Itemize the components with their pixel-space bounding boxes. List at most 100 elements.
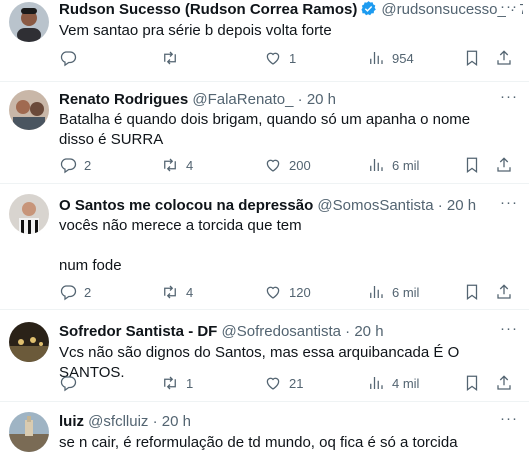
author-name[interactable]: O Santos me colocou na depressão	[59, 197, 313, 214]
retweet-button[interactable]: 4	[161, 155, 193, 175]
like-count: 200	[289, 157, 311, 173]
timestamp[interactable]: 7 h	[519, 1, 523, 18]
author-handle[interactable]: @Sofredosantista	[222, 323, 341, 340]
retweet-button[interactable]: 1	[161, 373, 193, 393]
tweet-header: Sofredor Santista - DF @Sofredosantista …	[59, 322, 523, 342]
tweet-header: Rudson Sucesso (Rudson Correa Ramos) @rud…	[59, 0, 523, 20]
verified-badge-icon	[361, 1, 377, 16]
reply-count: 2	[84, 157, 92, 173]
tweet-actions: 2 4 200 6 mil	[59, 155, 521, 175]
avatar[interactable]	[9, 90, 49, 130]
separator: ·	[152, 413, 158, 430]
views-button[interactable]: 6 mil	[367, 155, 419, 175]
reply-button[interactable]	[59, 373, 84, 393]
bookmark-icon	[466, 284, 478, 301]
author-name[interactable]: luiz	[59, 413, 84, 430]
tweet-text: vocês não merece a torcida que tem num f…	[59, 217, 302, 274]
views-button[interactable]: 4 mil	[367, 373, 419, 393]
like-count: 21	[289, 375, 304, 391]
retweet-button[interactable]: 4	[161, 282, 193, 302]
retweet-icon	[164, 158, 176, 172]
timestamp[interactable]: 20 h	[447, 197, 476, 214]
views-icon	[370, 52, 383, 64]
separator: ·	[297, 91, 303, 108]
reply-button[interactable]: 2	[59, 155, 91, 175]
author-name[interactable]: Sofredor Santista - DF	[59, 323, 217, 340]
like-button[interactable]: 120	[264, 282, 311, 302]
bookmark-button[interactable]	[463, 155, 481, 175]
views-button[interactable]: 6 mil	[367, 282, 419, 302]
author-name[interactable]: Rudson Sucesso (Rudson Correa Ramos)	[59, 1, 357, 18]
share-button[interactable]	[495, 48, 513, 68]
retweet-count: 1	[186, 375, 194, 391]
timestamp[interactable]: 20 h	[307, 91, 336, 108]
bookmark-icon	[466, 375, 478, 392]
retweet-count: 4	[186, 157, 194, 173]
tweet-actions: 2 4 120 6 mil	[59, 282, 521, 302]
tweet[interactable]: Sofredor Santista - DF @Sofredosantista …	[0, 310, 529, 402]
like-count: 120	[289, 284, 311, 300]
reply-icon	[60, 285, 77, 301]
more-icon[interactable]: ···	[499, 89, 519, 110]
tweet[interactable]: Rudson Sucesso (Rudson Correa Ramos) @rud…	[0, 0, 529, 82]
retweet-icon	[164, 376, 176, 390]
bookmark-button[interactable]	[463, 373, 481, 393]
reply-icon	[60, 51, 77, 67]
views-icon	[370, 377, 383, 389]
heart-icon	[266, 159, 280, 172]
tweet-text: Vem santao pra série b depois volta fort…	[59, 22, 332, 39]
like-button[interactable]: 1	[264, 48, 296, 68]
share-button[interactable]	[495, 373, 513, 393]
retweet-count: 4	[186, 284, 194, 300]
tweet[interactable]: luiz @sfclluiz · 20 h ··· se n cair, é r…	[0, 402, 529, 457]
views-count: 6 mil	[392, 157, 420, 173]
author-handle[interactable]: @SomosSantista	[317, 197, 433, 214]
retweet-button[interactable]	[161, 48, 186, 68]
more-icon[interactable]: ···	[499, 411, 519, 432]
timestamp[interactable]: 20 h	[162, 413, 191, 430]
more-icon[interactable]: ···	[499, 0, 519, 20]
timestamp[interactable]: 20 h	[354, 323, 383, 340]
author-name[interactable]: Renato Rodrigues	[59, 91, 188, 108]
avatar[interactable]	[9, 322, 49, 362]
reply-icon	[60, 376, 77, 392]
more-icon[interactable]: ···	[499, 321, 519, 342]
share-button[interactable]	[495, 155, 513, 175]
tweet[interactable]: Renato Rodrigues @FalaRenato_ · 20 h ···…	[0, 82, 529, 184]
tweet-header: Renato Rodrigues @FalaRenato_ · 20 h	[59, 90, 523, 110]
retweet-icon	[164, 51, 176, 65]
author-handle[interactable]: @FalaRenato_	[192, 91, 293, 108]
like-button[interactable]: 21	[264, 373, 303, 393]
bookmark-button[interactable]	[463, 282, 481, 302]
avatar[interactable]	[9, 194, 49, 234]
more-icon[interactable]: ···	[499, 195, 519, 216]
like-button[interactable]: 200	[264, 155, 311, 175]
heart-icon	[266, 52, 280, 65]
tweet[interactable]: O Santos me colocou na depressão @SomosS…	[0, 184, 529, 310]
bookmark-button[interactable]	[463, 48, 481, 68]
views-button[interactable]: 954	[367, 48, 414, 68]
views-icon	[370, 286, 383, 298]
views-count: 4 mil	[392, 375, 420, 391]
share-icon	[497, 50, 511, 65]
bookmark-icon	[466, 157, 478, 174]
tweet-header: luiz @sfclluiz · 20 h	[59, 412, 523, 432]
share-icon	[497, 375, 511, 390]
avatar[interactable]	[9, 412, 49, 452]
tweet-text: Batalha é quando dois brigam, quando só …	[59, 111, 475, 148]
separator: ·	[345, 323, 351, 340]
reply-button[interactable]: 2	[59, 282, 91, 302]
author-handle[interactable]: @sfclluiz	[88, 413, 148, 430]
like-count: 1	[289, 50, 297, 66]
reply-icon	[60, 158, 77, 174]
heart-icon	[266, 377, 280, 390]
reply-button[interactable]	[59, 48, 84, 68]
views-count: 6 mil	[392, 284, 420, 300]
heart-icon	[266, 286, 280, 299]
share-icon	[497, 284, 511, 299]
avatar[interactable]	[9, 2, 49, 42]
author-handle[interactable]: @rudsonsucesso_	[381, 1, 505, 18]
share-button[interactable]	[495, 282, 513, 302]
tweet-actions: 1 21 4 mil	[59, 373, 521, 393]
retweet-icon	[164, 285, 176, 299]
